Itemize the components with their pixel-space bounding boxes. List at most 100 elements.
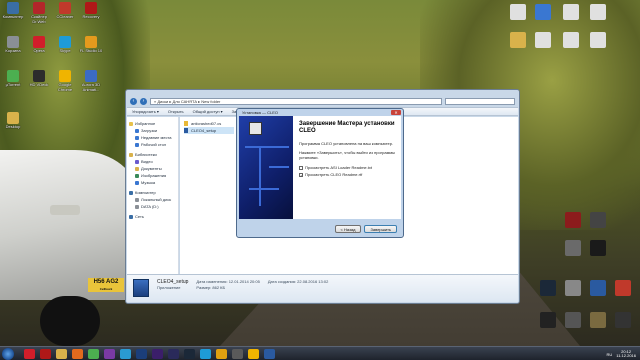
- document-icon: [563, 4, 579, 20]
- game-shortcut[interactable]: [610, 280, 636, 297]
- opera-icon[interactable]: [24, 348, 35, 359]
- folder-shortcut[interactable]: Desktop: [0, 112, 26, 130]
- folder-shortcut[interactable]: [505, 32, 531, 49]
- checkbox-asi-readme-box[interactable]: [299, 165, 303, 170]
- finish-button[interactable]: Завершить: [364, 225, 397, 233]
- game-shortcut[interactable]: [560, 280, 586, 297]
- recovery-icon: [85, 2, 97, 14]
- recycle-bin-icon: [7, 36, 19, 48]
- checkbox-asi-readme-label: Просмотреть ASI Loader Readme.txt: [305, 165, 372, 170]
- nav-item[interactable]: Избранное: [129, 120, 176, 127]
- installer-dialog: Установка — CLEO ✕ Завершение Мастера ус…: [236, 108, 404, 238]
- app-icon[interactable]: [120, 348, 131, 359]
- game-shortcut[interactable]: [560, 212, 586, 229]
- installer-heading: Завершение Мастера установки CLEO: [299, 121, 395, 134]
- hdvdeck-shortcut[interactable]: HD VDeck: [26, 70, 52, 88]
- nav-item[interactable]: Библиотеки: [129, 151, 176, 158]
- document-shortcut[interactable]: [530, 32, 556, 49]
- chrome-icon[interactable]: [248, 348, 259, 359]
- toolbar-open[interactable]: Открыть: [168, 109, 184, 114]
- app-icon[interactable]: [232, 348, 243, 359]
- audio-shortcut[interactable]: [530, 4, 556, 21]
- ccleaner-shortcut[interactable]: CCleaner: [52, 2, 78, 20]
- opera-shortcut[interactable]: Opera: [26, 36, 52, 54]
- clock[interactable]: 20:12 11.12.2016: [616, 349, 636, 359]
- document-shortcut[interactable]: [585, 32, 611, 49]
- steam-icon[interactable]: [184, 348, 195, 359]
- checkbox-asi-readme[interactable]: Просмотреть ASI Loader Readme.txt: [299, 164, 395, 171]
- steam-shortcut[interactable]: [535, 280, 561, 297]
- nav-item[interactable]: Рабочий стол: [129, 141, 176, 148]
- language-indicator[interactable]: RU: [606, 352, 612, 357]
- nav-item[interactable]: Локальный диск: [129, 196, 176, 203]
- nav-item[interactable]: Видео: [129, 158, 176, 165]
- taskbar: RU 20:12 11.12.2016: [0, 346, 640, 360]
- document-shortcut[interactable]: [585, 4, 611, 21]
- back-arrow-icon[interactable]: ‹: [130, 97, 137, 105]
- utorrent-icon[interactable]: [88, 348, 99, 359]
- chrome-shortcut[interactable]: Google Chrome: [52, 70, 78, 92]
- drweb-shortcut[interactable]: Скайнер Dr.Web: [26, 2, 52, 24]
- installer-icon[interactable]: [264, 348, 275, 359]
- utorrent-shortcut[interactable]: µTorrent: [0, 70, 26, 88]
- recycle-bin-shortcut[interactable]: Корзина: [0, 36, 26, 54]
- document-shortcut[interactable]: [558, 32, 584, 49]
- wallpaper-license-plate: H56 AG2 Cellbuck: [88, 278, 124, 292]
- search-input[interactable]: [445, 97, 515, 105]
- nav-item[interactable]: Изображения: [129, 172, 176, 179]
- nav-item[interactable]: Загрузки: [129, 127, 176, 134]
- folder-icon[interactable]: [56, 348, 67, 359]
- banner-line: [269, 166, 289, 168]
- address-bar[interactable]: « Диски ▸ Для САНЯТА ▸ New folder: [150, 97, 442, 105]
- app-icon[interactable]: [104, 348, 115, 359]
- nav-item[interactable]: Недавние места: [129, 134, 176, 141]
- skype-icon[interactable]: [200, 348, 211, 359]
- checkbox-cleo-readme-box[interactable]: ✓: [299, 172, 303, 177]
- nav-item-label: Рабочий стол: [141, 142, 167, 147]
- back-button[interactable]: < Назад: [334, 225, 362, 233]
- nav-item[interactable]: Компьютер: [129, 189, 176, 196]
- document-shortcut[interactable]: [505, 4, 531, 21]
- game-shortcut[interactable]: [585, 240, 611, 257]
- game-shortcut[interactable]: [560, 312, 586, 329]
- fl-studio-icon: [85, 36, 97, 48]
- game-shortcut[interactable]: [585, 212, 611, 229]
- file-icon: [184, 121, 188, 126]
- app-icon[interactable]: [216, 348, 227, 359]
- game-shortcut[interactable]: [610, 312, 636, 329]
- game-shortcut[interactable]: [560, 240, 586, 257]
- aurora-shortcut[interactable]: Aurora 3D Animati...: [78, 70, 104, 92]
- game-shortcut[interactable]: [585, 312, 611, 329]
- checkbox-cleo-readme-label: Просмотреть CLEO Readme.rtf: [305, 172, 363, 177]
- toolbar-organize[interactable]: Упорядочить ▾: [132, 109, 159, 114]
- clock-date: 11.12.2016: [616, 353, 636, 358]
- game-shortcut[interactable]: [535, 312, 561, 329]
- cleo-logo-icon: [249, 122, 262, 135]
- toolbar-share[interactable]: Общий доступ ▾: [193, 109, 223, 114]
- nav-item[interactable]: Документы: [129, 165, 176, 172]
- after-effects-icon[interactable]: [152, 348, 163, 359]
- banner-line: [245, 146, 289, 148]
- nav-item[interactable]: Сеть: [129, 213, 176, 220]
- skype-shortcut[interactable]: Skype: [52, 36, 78, 54]
- app-icon[interactable]: [168, 348, 179, 359]
- media-player-icon[interactable]: [72, 348, 83, 359]
- document-shortcut[interactable]: [558, 4, 584, 21]
- nav-item[interactable]: Музыка: [129, 179, 176, 186]
- installer-titlebar[interactable]: Установка — CLEO: [237, 109, 403, 116]
- fl-studio-shortcut[interactable]: FL Studio 10: [78, 36, 104, 54]
- photoshop-icon[interactable]: [136, 348, 147, 359]
- forward-arrow-icon[interactable]: ›: [140, 97, 147, 105]
- shortcut-label: µTorrent: [5, 82, 21, 87]
- start-button[interactable]: [2, 347, 14, 360]
- recovery-icon[interactable]: [40, 348, 51, 359]
- checkbox-cleo-readme[interactable]: ✓ Просмотреть CLEO Readme.rtf: [299, 171, 395, 178]
- file-item[interactable]: CLEO4_setup: [184, 127, 234, 134]
- computer-shortcut[interactable]: Компьютер: [0, 2, 26, 20]
- game-shortcut[interactable]: [585, 280, 611, 297]
- document-icon: [590, 32, 606, 48]
- recovery-shortcut[interactable]: Recovery: [78, 2, 104, 20]
- nav-item-icon: [135, 173, 139, 178]
- nav-item[interactable]: DATA (D:): [129, 203, 176, 210]
- close-icon[interactable]: ✕: [391, 110, 401, 115]
